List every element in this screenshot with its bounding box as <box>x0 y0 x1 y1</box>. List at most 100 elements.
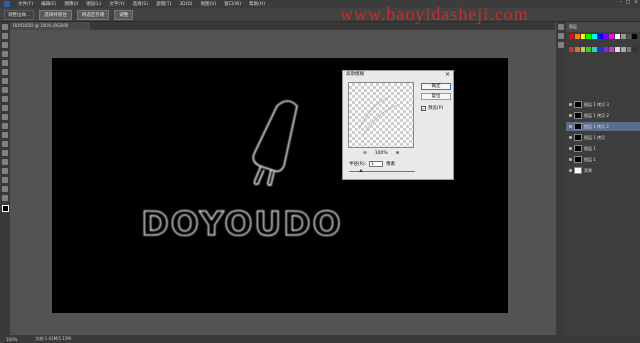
radius-slider[interactable] <box>349 169 415 172</box>
visibility-eye-icon[interactable] <box>569 147 572 150</box>
panel-header: 图层 <box>566 22 640 32</box>
dialog-title: 高斯模糊 <box>346 72 364 77</box>
visibility-eye-icon[interactable] <box>569 103 572 106</box>
quick-select-tool-icon[interactable] <box>2 51 8 57</box>
zoom-out-icon[interactable]: ⊖ <box>363 151 367 156</box>
clone-tool-icon[interactable] <box>2 96 8 102</box>
layer-thumbnail <box>574 145 582 152</box>
layer-thumbnail <box>574 112 582 119</box>
dialog-close-icon[interactable]: × <box>445 71 450 79</box>
lasso-tool-icon[interactable] <box>2 42 8 48</box>
minimize-icon[interactable]: – <box>620 0 622 5</box>
menu-3d[interactable]: 3D(D) <box>179 2 192 7</box>
preview-checkbox-row[interactable]: ✓ 预览(P) <box>421 105 443 111</box>
layer-row[interactable]: 背景 <box>566 166 640 175</box>
brush-tool-icon[interactable] <box>2 87 8 93</box>
layer-name: 图层 1 <box>584 145 596 151</box>
layer-row-selected[interactable]: 图层 1 拷贝 2 <box>566 122 640 131</box>
move-tool-icon[interactable] <box>2 24 8 30</box>
reset-button[interactable]: 复位 <box>421 93 451 100</box>
marquee-tool-icon[interactable] <box>2 33 8 39</box>
layer-name: 背景 <box>584 167 592 173</box>
layer-name: 图层 1 拷贝 2 <box>584 123 609 129</box>
layer-row[interactable]: 图层 1 拷贝 2 <box>566 111 640 120</box>
menu-help[interactable]: 帮助(H) <box>249 1 265 7</box>
dodge-tool-icon[interactable] <box>2 141 8 147</box>
pen-tool-icon[interactable] <box>2 150 8 156</box>
document-tab[interactable]: DOYOUDO @ 100% (RGB/8) <box>10 22 90 30</box>
radius-input[interactable]: 1 <box>369 161 384 167</box>
layer-name: 图层 1 <box>584 156 596 162</box>
popsicle-outline-icon <box>252 100 298 186</box>
crop-tool-icon[interactable] <box>2 60 8 66</box>
color-swatches[interactable] <box>569 34 637 59</box>
blur-preview-window[interactable] <box>348 82 414 148</box>
visibility-eye-icon[interactable] <box>569 125 572 128</box>
adjust-button[interactable]: 调整 <box>114 9 134 20</box>
layer-thumbnail <box>574 123 582 130</box>
menu-type[interactable]: 文字(Y) <box>109 1 124 7</box>
watermark-text: www.baoyidasheji.com <box>340 4 529 24</box>
gaussian-blur-dialog: 高斯模糊 × ⊖ 100% ⊕ 半径(R): 1 像素 确定 复位 ✓ 预览(P… <box>342 70 454 180</box>
type-tool-icon[interactable] <box>2 159 8 165</box>
menu-bar: 文件(F) 编辑(E) 图像(I) 图层(L) 文字(Y) 选择(S) 滤镜(T… <box>0 0 640 8</box>
zoom-tool-icon[interactable] <box>2 195 8 201</box>
eyedropper-tool-icon[interactable] <box>2 69 8 75</box>
layer-row[interactable]: 图层 1 拷贝 3 <box>566 100 640 109</box>
menu-file[interactable]: 文件(F) <box>18 1 33 7</box>
visibility-eye-icon[interactable] <box>569 136 572 139</box>
canvas-logo-text: DOYOUDO <box>141 204 342 243</box>
layer-thumbnail <box>574 156 582 163</box>
slider-knob[interactable] <box>359 169 363 172</box>
visibility-eye-icon[interactable] <box>569 114 572 117</box>
layer-thumbnail <box>574 101 582 108</box>
layer-row[interactable]: 图层 1 <box>566 155 640 164</box>
menu-filter[interactable]: 滤镜(T) <box>156 1 171 7</box>
preview-checkbox-label: 预览(P) <box>428 106 444 111</box>
visibility-eye-icon[interactable] <box>569 169 572 172</box>
healing-tool-icon[interactable] <box>2 78 8 84</box>
ok-button[interactable]: 确定 <box>421 83 451 90</box>
preview-zoom-row: ⊖ 100% ⊕ <box>363 151 399 156</box>
preview-checkbox[interactable]: ✓ <box>421 105 426 111</box>
menu-edit[interactable]: 编辑(E) <box>41 1 56 7</box>
status-doc-size: 文档:1.03M/5.15M <box>35 336 71 341</box>
history-panel-icon[interactable] <box>558 24 564 30</box>
foreground-color-swatch[interactable] <box>1 205 9 212</box>
select-mask-button[interactable]: 选择并遮住 <box>39 9 72 20</box>
properties-panel-icon[interactable] <box>558 33 564 39</box>
layer-name: 图层 1 拷贝 <box>584 134 606 140</box>
status-zoom[interactable]: 100% <box>6 337 17 342</box>
window-controls: – □ × <box>620 0 638 5</box>
maximize-icon[interactable]: □ <box>626 0 630 5</box>
hand-tool-icon[interactable] <box>2 186 8 192</box>
save-selection-button[interactable]: 将选区存储 <box>76 9 110 20</box>
refine-edge-field[interactable]: 调整边缘... <box>4 9 35 20</box>
layer-thumbnail <box>574 134 582 141</box>
options-bar: 调整边缘... 选择并遮住 将选区存储 调整 <box>0 8 640 22</box>
menu-select[interactable]: 选择(S) <box>133 1 148 7</box>
path-select-tool-icon[interactable] <box>2 168 8 174</box>
gradient-tool-icon[interactable] <box>2 123 8 129</box>
close-window-icon[interactable]: × <box>634 0 638 5</box>
photoshop-logo-icon <box>4 1 10 7</box>
shape-tool-icon[interactable] <box>2 177 8 183</box>
layer-thumbnail <box>574 167 582 174</box>
radius-label: 半径(R): <box>349 162 367 167</box>
eraser-tool-icon[interactable] <box>2 114 8 120</box>
visibility-eye-icon[interactable] <box>569 158 572 161</box>
zoom-value: 100% <box>374 151 388 156</box>
blur-tool-icon[interactable] <box>2 132 8 138</box>
menu-view[interactable]: 视图(V) <box>201 1 217 7</box>
adjustments-panel-icon[interactable] <box>558 42 564 48</box>
panel-icon-strip <box>556 22 566 335</box>
status-bar: 100% 文档:1.03M/5.15M <box>0 335 640 343</box>
menu-window[interactable]: 窗口(W) <box>224 1 241 7</box>
layer-row[interactable]: 图层 1 拷贝 <box>566 133 640 142</box>
toolbox <box>0 22 10 335</box>
history-brush-icon[interactable] <box>2 105 8 111</box>
layer-row[interactable]: 图层 1 <box>566 144 640 153</box>
menu-image[interactable]: 图像(I) <box>64 1 78 7</box>
zoom-in-icon[interactable]: ⊕ <box>396 151 400 156</box>
menu-layer[interactable]: 图层(L) <box>86 1 101 7</box>
